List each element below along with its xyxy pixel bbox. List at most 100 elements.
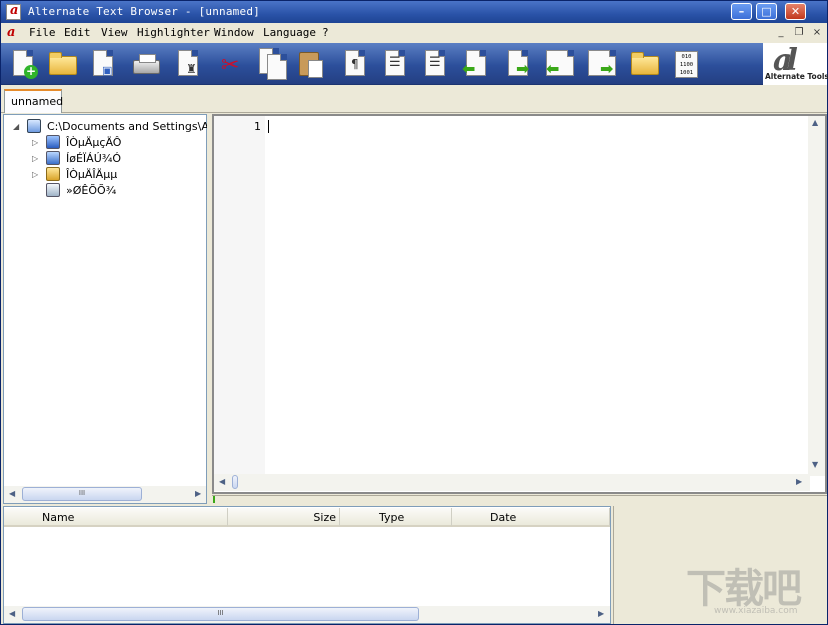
- title-bar[interactable]: Alternate Text Browser - [unnamed] – □ ✕: [1, 1, 827, 23]
- scroll-right-icon[interactable]: ▶: [598, 609, 604, 618]
- menu-highlighter[interactable]: Highlighter: [137, 26, 210, 39]
- cut-button[interactable]: ✂: [214, 48, 248, 80]
- expand-icon[interactable]: ▷: [32, 154, 38, 163]
- watermark-url: www.xiazaiba.com: [714, 606, 798, 616]
- scroll-right-icon[interactable]: ▶: [796, 477, 802, 486]
- toolbar: + ▣ ♜ ✂ ¶ ☰ ☰ ⬅ ➡ ⬅ ➡ 010 1100 1001: [1, 43, 763, 85]
- pilcrow-icon: ¶: [351, 57, 359, 71]
- outdent-button[interactable]: ☰: [418, 48, 452, 80]
- status-indicator: [213, 496, 215, 503]
- editor-vertical-scrollbar[interactable]: ▲ ▼: [808, 116, 825, 476]
- disk-icon: ▣: [102, 64, 113, 77]
- minimize-button[interactable]: –: [731, 3, 752, 20]
- menu-view[interactable]: View: [101, 26, 128, 39]
- watermark: 下载吧 www.xiazaiba.com: [686, 556, 821, 621]
- new-file-button[interactable]: +: [6, 48, 40, 80]
- tree-root-label: C:\Documents and Settings\Admir: [47, 120, 234, 133]
- expand-icon[interactable]: ▷: [32, 138, 38, 147]
- binoculars-icon: ♜: [186, 62, 197, 76]
- tree-item-label: ÎÒµÄÎÄµµ: [66, 168, 118, 181]
- menu-help[interactable]: ?: [322, 26, 329, 39]
- filelist-horizontal-scrollbar[interactable]: ◀ III ▶: [4, 606, 610, 623]
- document-icon[interactable]: a: [7, 25, 21, 40]
- app-icon[interactable]: [6, 3, 21, 20]
- paragraph-button[interactable]: ¶: [338, 48, 372, 80]
- editor-status-strip: [212, 495, 827, 503]
- clipboard-icon: [299, 52, 323, 78]
- menu-bar: a File Edit View Highlighter Window Lang…: [1, 23, 827, 43]
- column-header-name[interactable]: Name: [4, 508, 228, 527]
- mdi-minimize-button[interactable]: _: [773, 26, 789, 40]
- line-number-gutter: 1: [214, 116, 265, 476]
- app-window: Alternate Text Browser - [unnamed] – □ ✕…: [0, 0, 828, 625]
- window-title: Alternate Text Browser - [unnamed]: [28, 5, 260, 18]
- tree-item-label: »ØÊÕÕ¾: [66, 184, 117, 197]
- scroll-up-icon[interactable]: ▲: [812, 118, 818, 127]
- scroll-left-icon[interactable]: ◀: [9, 609, 15, 618]
- find-button[interactable]: ♜: [171, 48, 205, 80]
- file-list[interactable]: Name Size Type Date ◀ III ▶: [3, 506, 611, 624]
- binary-icon: 010 1100 1001: [675, 51, 698, 78]
- menu-language[interactable]: Language: [263, 26, 316, 39]
- document-tab-strip: unnamed: [1, 85, 827, 113]
- scroll-down-icon[interactable]: ▼: [812, 460, 818, 469]
- line-number: 1: [254, 120, 261, 133]
- window-forward-button[interactable]: ➡: [585, 48, 619, 80]
- column-header-date[interactable]: Date: [452, 508, 610, 527]
- menu-window[interactable]: Window: [214, 26, 254, 39]
- column-header-size[interactable]: Size: [228, 508, 340, 527]
- network-icon: [46, 151, 60, 165]
- printer-icon: [133, 54, 160, 74]
- window-back-button[interactable]: ⬅: [543, 48, 577, 80]
- recycle-bin-icon: [46, 183, 60, 197]
- editor-horizontal-scrollbar[interactable]: ◀ ▶: [214, 474, 810, 491]
- documents-icon: [46, 167, 60, 181]
- menu-file[interactable]: File: [29, 26, 56, 39]
- arrow-right-icon: ➡: [516, 59, 530, 78]
- forward-button[interactable]: ➡: [501, 48, 535, 80]
- scrollbar-thumb[interactable]: III: [22, 487, 142, 501]
- arrow-left-icon: ⬅: [462, 59, 476, 78]
- drive-icon: [27, 119, 41, 133]
- outdent-lines-icon: ☰: [429, 55, 441, 70]
- scrollbar-thumb[interactable]: III: [22, 607, 419, 621]
- column-header-type[interactable]: Type: [340, 508, 452, 527]
- indent-button[interactable]: ☰: [378, 48, 412, 80]
- scroll-right-icon[interactable]: ▶: [195, 489, 201, 498]
- scroll-left-icon[interactable]: ◀: [9, 489, 15, 498]
- mdi-close-button[interactable]: ×: [809, 26, 825, 40]
- tree-horizontal-scrollbar[interactable]: ◀ III ▶: [4, 486, 206, 503]
- scissors-icon: ✂: [221, 53, 240, 78]
- text-editor[interactable]: 1 ▲ ▼ ◀ ▶: [212, 114, 827, 494]
- brand-logo: al Alternate Tools: [763, 43, 828, 85]
- close-button[interactable]: ✕: [785, 3, 806, 20]
- expand-icon[interactable]: ▷: [32, 170, 38, 179]
- save-file-button[interactable]: ▣: [86, 48, 120, 80]
- paste-button[interactable]: [293, 48, 327, 80]
- tree-item-label: ÎÒµÄµçÄÔ: [66, 136, 122, 149]
- tree-item-label: ÍøÉÏÁÚ¾Ó: [66, 152, 122, 165]
- window-arrow-left-icon: ⬅: [546, 59, 560, 78]
- back-button[interactable]: ⬅: [459, 48, 493, 80]
- logo-text: Alternate Tools: [765, 72, 828, 81]
- text-caret: [268, 120, 269, 133]
- open-folder-icon: [49, 52, 77, 75]
- copy-button[interactable]: [255, 48, 289, 80]
- scroll-left-icon[interactable]: ◀: [219, 477, 225, 486]
- copy-icon-back: [267, 54, 287, 80]
- print-button[interactable]: [129, 48, 163, 80]
- binary-view-button[interactable]: 010 1100 1001: [669, 48, 703, 80]
- computer-icon: [46, 135, 60, 149]
- window-arrow-right-icon: ➡: [600, 59, 614, 78]
- open-file-button[interactable]: [46, 48, 80, 80]
- scrollbar-thumb[interactable]: [232, 475, 238, 489]
- mdi-restore-button[interactable]: ❐: [791, 26, 807, 40]
- indent-lines-icon: ☰: [389, 55, 401, 70]
- folder-tree[interactable]: ◢ C:\Documents and Settings\Admir ▷ ÎÒµÄ…: [3, 114, 234, 504]
- menu-edit[interactable]: Edit: [64, 26, 91, 39]
- collapse-icon[interactable]: ◢: [13, 122, 19, 131]
- maximize-button[interactable]: □: [756, 3, 777, 20]
- tab-unnamed[interactable]: unnamed: [4, 89, 63, 113]
- plus-icon: +: [24, 64, 38, 79]
- browse-folder-button[interactable]: [628, 48, 662, 80]
